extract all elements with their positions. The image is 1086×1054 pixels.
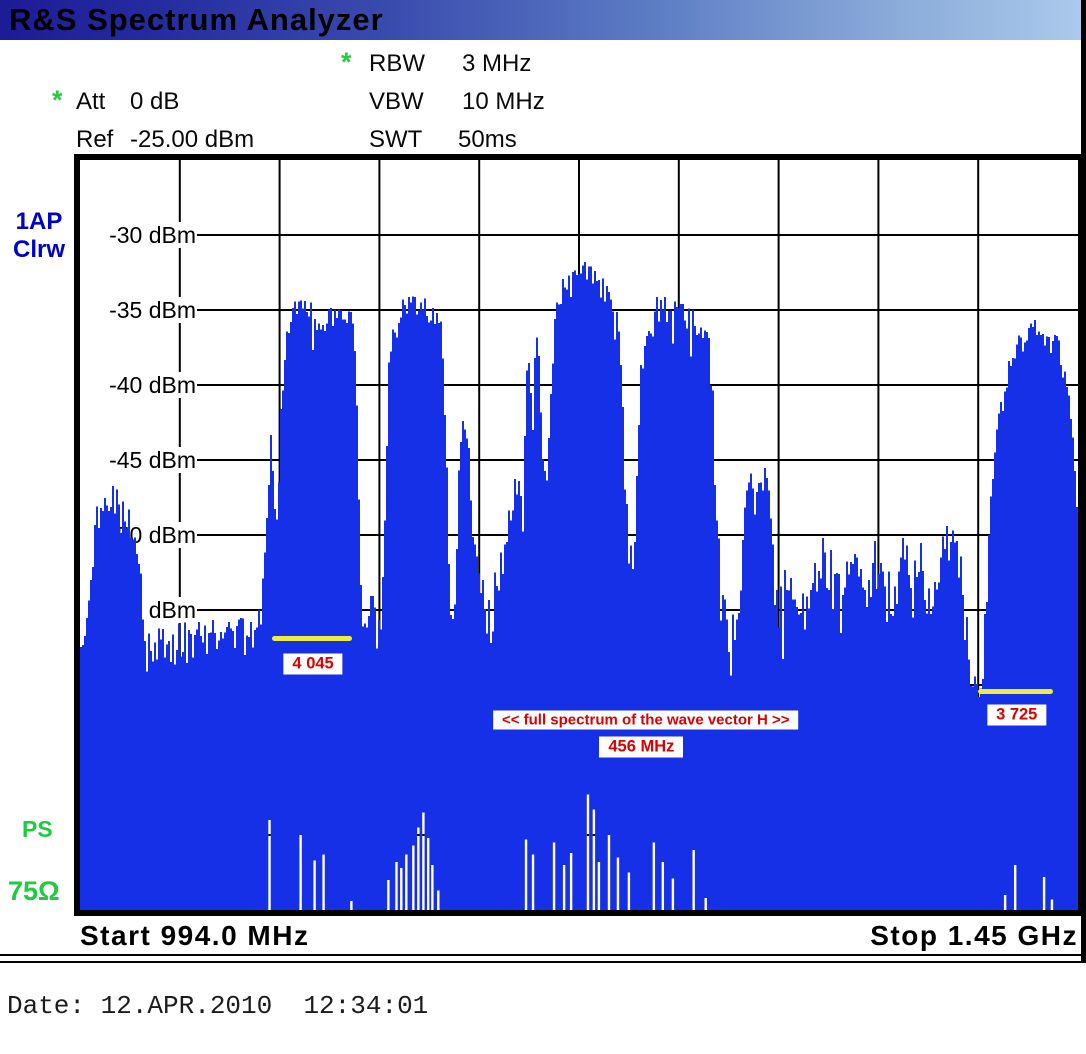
start-frequency-label: Start 994.0 MHz	[80, 920, 309, 952]
grid-hline-segment	[422, 834, 424, 836]
trace-dropout	[350, 901, 352, 910]
date-time-label: Date: 12.APR.2010 12:34:01	[7, 991, 428, 1021]
trace-dropout	[662, 862, 664, 910]
grid-hline-segment	[417, 834, 419, 836]
separator-rule	[0, 954, 1086, 963]
trace-dropout	[1004, 895, 1006, 910]
spectrum-plot: -30 dBm-35 dBm-40 dBm-45 dBm-50 dBm-55 d…	[0, 0, 1086, 1054]
grid-hline	[197, 234, 1078, 236]
trace-dropout	[570, 853, 572, 910]
trace-dropout	[431, 865, 433, 910]
y-axis-label: -40 dBm	[109, 372, 196, 398]
trace-dropout	[593, 810, 595, 911]
y-axis-label: -35 dBm	[109, 297, 196, 323]
plot-border-top	[74, 154, 1086, 160]
trace-dropout	[417, 828, 419, 911]
y-axis-label: -45 dBm	[109, 447, 196, 473]
trace-dropout	[387, 880, 389, 910]
right-edge-strip	[1081, 0, 1086, 963]
trace-dropout	[299, 835, 301, 910]
trace-dropout	[268, 820, 270, 910]
trace-dropout	[553, 843, 555, 911]
plot-border-left	[74, 154, 80, 916]
grid-hline-segment	[587, 834, 589, 836]
trace-dropout	[322, 855, 324, 911]
trace-dropout	[705, 898, 707, 910]
trace-dropout	[617, 858, 619, 911]
trace-dropout	[400, 868, 402, 910]
y-axis-label: -30 dBm	[109, 222, 196, 248]
trace-dropout	[598, 862, 600, 910]
trace-dropout	[427, 838, 429, 910]
trace-dropout	[653, 843, 655, 911]
trace-dropout	[608, 835, 610, 910]
grid-hline-segment	[593, 834, 595, 836]
grid-hline-segment	[268, 834, 270, 836]
trace-dropout	[1051, 900, 1053, 911]
trace-dropout	[525, 840, 527, 911]
trace-dropout	[1043, 877, 1045, 910]
trace-dropout	[437, 891, 439, 911]
stop-frequency-label: Stop 1.45 GHz	[870, 920, 1078, 952]
trace-dropout	[692, 850, 694, 910]
spectrum-analyzer-screen: R&S Spectrum Analyzer * RBW 3 MHz * Att …	[0, 0, 1086, 1054]
trace-dropout	[1014, 865, 1016, 910]
trace-dropout	[532, 855, 534, 911]
trace-dropout	[405, 855, 407, 911]
trace-dropout	[628, 873, 630, 911]
trace-dropout	[412, 846, 414, 911]
plot-border-bottom	[74, 910, 1086, 916]
trace-dropout	[395, 862, 397, 910]
trace-dropout	[672, 879, 674, 911]
trace-dropout	[313, 861, 315, 911]
trace-area	[80, 262, 1078, 910]
trace-dropout	[587, 795, 589, 911]
trace-dropout	[422, 813, 424, 911]
trace-dropout	[563, 865, 565, 910]
